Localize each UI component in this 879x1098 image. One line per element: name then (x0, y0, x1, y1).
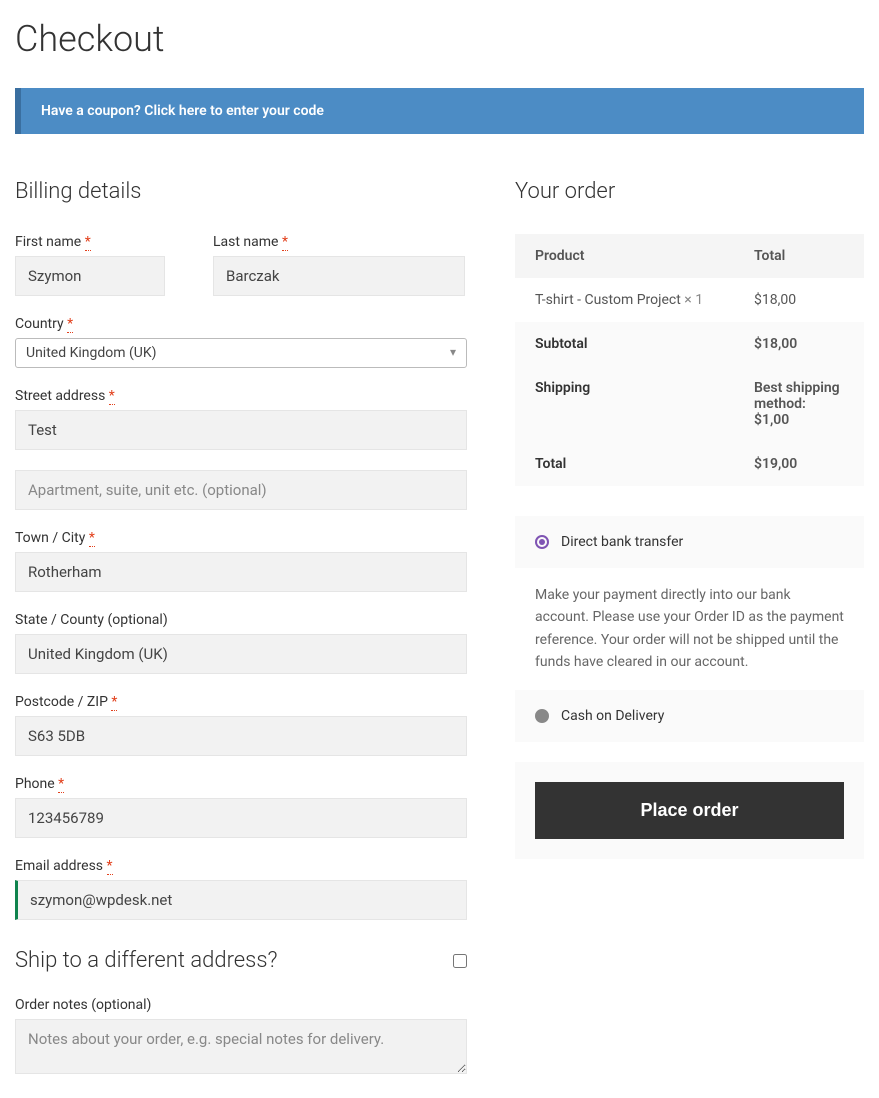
total-label: Total (535, 456, 754, 472)
email-label: Email address * (15, 858, 467, 874)
coupon-prompt: Have a coupon? (41, 103, 141, 119)
country-select[interactable]: United Kingdom (UK) (15, 338, 467, 368)
ship-different-heading: Ship to a different address? (15, 948, 277, 973)
billing-heading: Billing details (15, 179, 467, 204)
state-input[interactable] (15, 634, 467, 674)
product-header: Product (535, 248, 754, 264)
last-name-label: Last name * (213, 234, 465, 250)
postcode-input[interactable] (15, 716, 467, 756)
payment-bank-description: Make your payment directly into our bank… (515, 568, 864, 690)
coupon-link[interactable]: Click here to enter your code (144, 103, 324, 119)
place-order-button[interactable]: Place order (535, 782, 844, 839)
phone-label: Phone * (15, 776, 467, 792)
order-notes-input[interactable] (15, 1019, 467, 1074)
payment-option-bank[interactable]: Direct bank transfer (515, 516, 864, 568)
subtotal-label: Subtotal (535, 336, 754, 352)
subtotal-value: $18,00 (754, 336, 844, 352)
payment-option-cod[interactable]: Cash on Delivery (515, 690, 864, 742)
line-item-total: $18,00 (754, 292, 844, 308)
city-input[interactable] (15, 552, 467, 592)
payment-methods: Direct bank transfer Make your payment d… (515, 516, 864, 742)
first-name-input[interactable] (15, 256, 165, 296)
radio-selected-icon (535, 535, 549, 549)
payment-cod-label: Cash on Delivery (561, 708, 664, 724)
payment-bank-label: Direct bank transfer (561, 534, 683, 550)
city-label: Town / City * (15, 530, 467, 546)
shipping-value: Best shipping method: $1,00 (754, 380, 844, 428)
first-name-label: First name * (15, 234, 165, 250)
radio-unselected-icon (535, 709, 549, 723)
coupon-notice: Have a coupon? Click here to enter your … (15, 88, 864, 134)
page-title: Checkout (15, 18, 864, 60)
total-header: Total (754, 248, 844, 264)
shipping-label: Shipping (535, 380, 754, 428)
street-label: Street address * (15, 388, 467, 404)
email-input[interactable] (15, 880, 467, 920)
state-label: State / County (optional) (15, 612, 467, 628)
line-item-name: T-shirt - Custom Project × 1 (535, 292, 754, 308)
ship-different-checkbox[interactable] (453, 954, 467, 968)
order-notes-label: Order notes (optional) (15, 997, 467, 1013)
postcode-label: Postcode / ZIP * (15, 694, 467, 710)
last-name-input[interactable] (213, 256, 465, 296)
country-label: Country * (15, 316, 467, 332)
order-summary-table: Product Total T-shirt - Custom Project ×… (515, 234, 864, 486)
order-heading: Your order (515, 179, 864, 204)
apartment-input[interactable] (15, 470, 467, 510)
total-value: $19,00 (754, 456, 844, 472)
street-input[interactable] (15, 410, 467, 450)
phone-input[interactable] (15, 798, 467, 838)
